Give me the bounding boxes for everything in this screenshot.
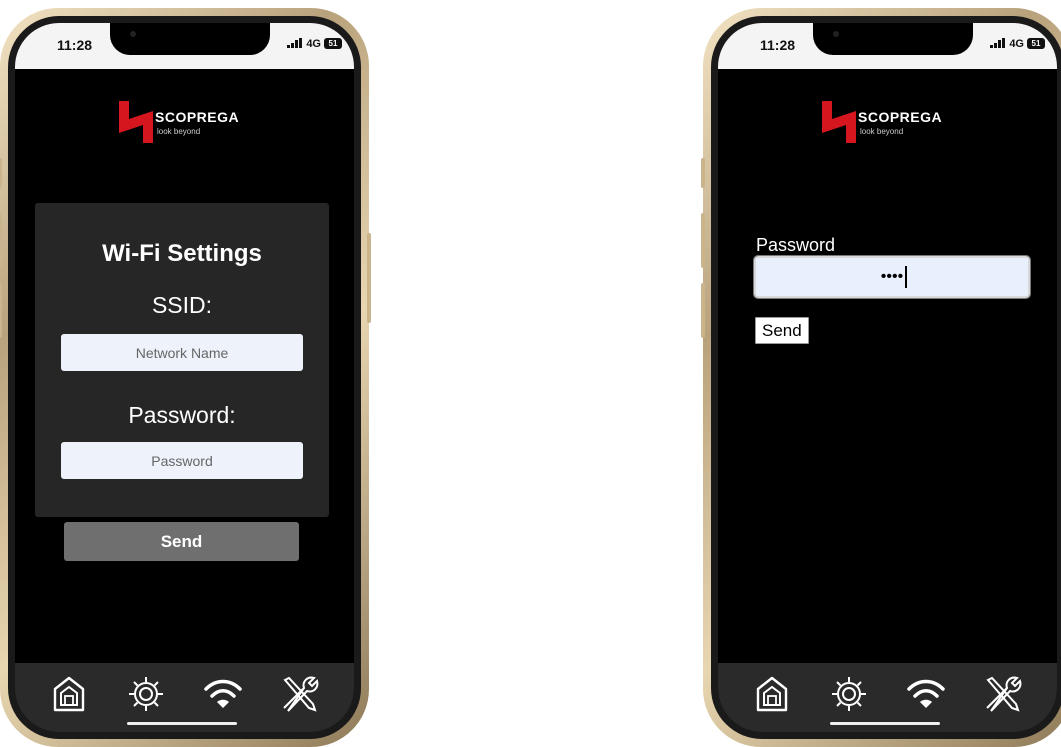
logo-brand: SCOPREGA [155, 109, 240, 125]
text-caret [905, 266, 907, 288]
phone-bezel: 11:28 4G 51 SCOPREGA look beyond Wi-Fi S… [8, 16, 361, 739]
tab-wifi[interactable] [904, 672, 948, 716]
status-bar: 11:28 4G 51 [15, 23, 354, 69]
logo-tagline: look beyond [157, 127, 201, 136]
ssid-label: SSID: [151, 292, 213, 318]
home-icon [757, 676, 788, 711]
battery-icon: 51 [324, 38, 342, 49]
mute-switch [0, 158, 2, 188]
scoprega-logo: SCOPREGA look beyond [119, 101, 259, 147]
tab-tools[interactable] [981, 672, 1025, 716]
home-icon [54, 676, 85, 711]
logo-tagline: look beyond [860, 127, 904, 136]
wifi-icon [204, 679, 242, 708]
logo-mark-icon [822, 101, 856, 143]
camera-icon [130, 31, 136, 37]
send-button[interactable]: Send [755, 317, 809, 344]
battery-icon: 51 [1027, 38, 1045, 49]
camera-icon [833, 31, 839, 37]
stage: 11:28 4G 51 SCOPREGA look beyond Wi-Fi S… [0, 0, 1061, 747]
status-time: 11:28 [760, 37, 796, 53]
network-type: 4G [306, 38, 321, 50]
password-input[interactable] [753, 255, 1031, 299]
phone-screen: 11:28 4G 51 SCOPREGA look beyond Wi-Fi S… [15, 23, 354, 732]
password-label: Password: [128, 402, 236, 428]
power-button [367, 233, 371, 323]
mute-switch [701, 158, 705, 188]
send-button[interactable]: Send [64, 522, 299, 561]
logo-mark-icon [119, 101, 153, 143]
tab-tools[interactable] [278, 672, 322, 716]
gear-icon [129, 676, 164, 711]
scoprega-logo: SCOPREGA look beyond [822, 101, 962, 147]
volume-down-button [0, 283, 2, 338]
logo-brand: SCOPREGA [858, 109, 943, 125]
notch [813, 23, 973, 55]
phone-right: 11:28 4G 51 SCOPREGA look beyond Passwor… [701, 8, 1061, 747]
phone-screen: 11:28 4G 51 SCOPREGA look beyond Passwor… [718, 23, 1057, 732]
status-time: 11:28 [57, 37, 93, 53]
home-indicator [830, 722, 940, 725]
card-title: Wi-Fi Settings [102, 240, 262, 267]
password-input[interactable] [61, 442, 303, 479]
status-bar: 11:28 4G 51 [718, 23, 1057, 69]
home-indicator [127, 722, 237, 725]
tools-icon [282, 676, 319, 712]
phone-bezel: 11:28 4G 51 SCOPREGA look beyond Passwor… [711, 16, 1061, 739]
wifi-icon [907, 679, 945, 708]
phone-left: 11:28 4G 51 SCOPREGA look beyond Wi-Fi S… [0, 8, 371, 747]
network-type: 4G [1009, 38, 1024, 50]
wifi-settings-card: Wi-Fi Settings SSID: Password: [35, 203, 329, 517]
volume-up-button [0, 213, 2, 268]
password-label: Password [756, 235, 836, 255]
gear-icon [832, 676, 867, 711]
tab-home[interactable] [750, 672, 794, 716]
tab-bar [15, 663, 354, 732]
tab-home[interactable] [47, 672, 91, 716]
ssid-input[interactable] [61, 334, 303, 371]
signal-icon [287, 38, 302, 48]
tab-settings[interactable] [827, 672, 871, 716]
notch [110, 23, 270, 55]
signal-icon [990, 38, 1005, 48]
tab-wifi[interactable] [201, 672, 245, 716]
tab-settings[interactable] [124, 672, 168, 716]
tools-icon [985, 676, 1022, 712]
tab-bar [718, 663, 1057, 732]
volume-down-button [701, 283, 705, 338]
volume-up-button [701, 213, 705, 268]
